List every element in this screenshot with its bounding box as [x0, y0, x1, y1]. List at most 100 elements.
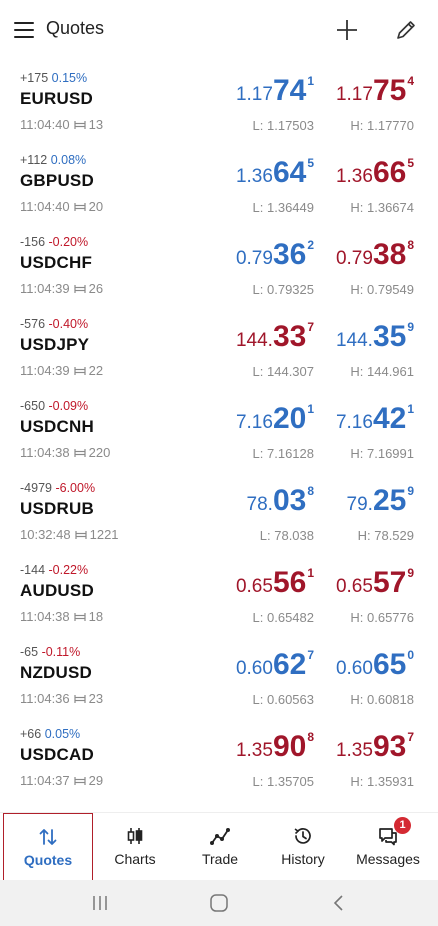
- price-pips: 66: [372, 156, 407, 189]
- price-pips: 90: [272, 730, 307, 763]
- change-percent: 0.05%: [44, 727, 81, 741]
- tab-label: Quotes: [23, 852, 73, 868]
- change-percent: -0.40%: [48, 317, 89, 331]
- unread-badge: 1: [394, 817, 411, 834]
- price-pips: 64: [272, 156, 307, 189]
- price-prefix: 78.: [246, 494, 273, 515]
- quote-time: 11:04:36: [20, 691, 70, 706]
- pencil-icon[interactable]: [393, 17, 419, 43]
- daily-change: -4979 -6.00%: [20, 481, 95, 495]
- bid-price: 1.35908: [236, 730, 314, 763]
- price-pips: 93: [372, 730, 407, 763]
- quote-row[interactable]: -144 -0.22% AUDUSD 11:04:38 18 0.65561 0.…: [0, 554, 438, 636]
- change-percent: -0.20%: [48, 235, 89, 249]
- price-fraction: 8: [307, 730, 314, 744]
- price-pips: 75: [372, 74, 407, 107]
- spread-icon: [74, 777, 86, 785]
- symbol-name: USDRUB: [20, 499, 94, 518]
- ask-price: 7.16421: [335, 403, 414, 434]
- price-prefix: 144.: [235, 330, 273, 351]
- spread-value: 29: [88, 773, 104, 788]
- daily-high: H: 78.529: [357, 528, 414, 543]
- symbol-name: AUDUSD: [20, 581, 94, 600]
- quote-row[interactable]: -650 -0.09% USDCNH 11:04:38 220 7.16201 7…: [0, 390, 438, 472]
- price-fraction: 7: [407, 730, 414, 744]
- price-fraction: 2: [307, 238, 314, 252]
- tab-messages[interactable]: 1 Messages: [343, 813, 433, 881]
- quote-row[interactable]: +66 0.05% USDCAD 11:04:37 29 1.35908 1.35…: [0, 718, 438, 800]
- spread-value: 23: [88, 691, 104, 706]
- home-icon[interactable]: [207, 893, 231, 913]
- tab-quotes[interactable]: Quotes: [3, 813, 93, 881]
- price-prefix: 0.65: [235, 576, 273, 597]
- quote-row[interactable]: -576 -0.40% USDJPY 11:04:39 22 144.337 14…: [0, 308, 438, 390]
- page-title: Quotes: [46, 18, 105, 38]
- quote-meta: 11:04:38 18: [20, 609, 103, 624]
- price-pips: 25: [372, 484, 407, 517]
- daily-high: H: 1.17770: [350, 118, 414, 133]
- ask-price: 144.359: [336, 321, 414, 352]
- daily-change: +175 0.15%: [20, 71, 87, 85]
- plus-icon[interactable]: [334, 17, 360, 43]
- quote-row[interactable]: +175 0.15% EURUSD 11:04:40 13 1.17741 1.1…: [0, 62, 438, 144]
- bid-price: 78.038: [246, 484, 314, 517]
- price-pips: 20: [272, 402, 307, 435]
- quote-row[interactable]: -4979 -6.00% USDRUB 10:32:48 1221 78.038 …: [0, 472, 438, 554]
- daily-change: -144 -0.22%: [20, 563, 88, 577]
- quote-row[interactable]: -156 -0.20% USDCHF 11:04:39 26 0.79362 0.…: [0, 226, 438, 308]
- price-pips: 62: [272, 648, 307, 681]
- daily-high: H: 1.35931: [350, 774, 414, 789]
- change-points: -4979: [20, 481, 52, 495]
- change-percent: 0.08%: [50, 153, 87, 167]
- recents-icon[interactable]: [88, 893, 112, 913]
- tab-history[interactable]: History: [258, 813, 348, 881]
- daily-low: L: 1.36449: [252, 200, 314, 215]
- price-prefix: 79.: [346, 494, 373, 515]
- tab-label: Messages: [356, 851, 420, 867]
- spread-value: 18: [88, 609, 104, 624]
- price-fraction: 7: [307, 648, 314, 662]
- symbol-name: USDJPY: [20, 335, 90, 354]
- spread-value: 22: [88, 363, 104, 378]
- quote-meta: 11:04:39 26: [20, 281, 103, 296]
- price-pips: 03: [272, 484, 307, 517]
- daily-high: H: 0.65776: [350, 610, 414, 625]
- ask-price: 1.35937: [336, 730, 414, 763]
- spread-value: 220: [88, 445, 111, 460]
- top-app-bar: Quotes: [0, 0, 438, 62]
- ask-price: 0.60650: [336, 649, 414, 680]
- price-fraction: 4: [407, 74, 414, 88]
- trend-line-icon: [210, 828, 230, 845]
- daily-low: L: 0.79325: [252, 282, 314, 297]
- change-points: +112: [20, 153, 48, 167]
- price-fraction: 1: [307, 566, 314, 580]
- price-pips: 74: [272, 74, 307, 107]
- price-prefix: 0.60: [235, 658, 273, 679]
- tab-trade[interactable]: Trade: [175, 813, 265, 881]
- quote-time: 11:04:37: [20, 773, 70, 788]
- daily-low: L: 144.307: [252, 364, 314, 379]
- change-percent: -0.09%: [48, 399, 89, 413]
- price-fraction: 9: [407, 484, 414, 498]
- daily-high: H: 0.79549: [350, 282, 414, 297]
- quote-time: 11:04:38: [20, 445, 70, 460]
- price-prefix: 7.16: [335, 412, 373, 433]
- change-percent: -0.11%: [41, 645, 81, 659]
- symbol-name: USDCHF: [20, 253, 93, 272]
- price-prefix: 0.65: [335, 576, 373, 597]
- quote-row[interactable]: +112 0.08% GBPUSD 11:04:40 20 1.36645 1.3…: [0, 144, 438, 226]
- spread-icon: [74, 367, 86, 375]
- bid-price: 1.36645: [236, 156, 314, 189]
- bid-price: 0.65561: [235, 566, 314, 598]
- quote-meta: 11:04:37 29: [20, 773, 103, 788]
- price-fraction: 1: [307, 402, 314, 416]
- daily-high: H: 0.60818: [350, 692, 414, 707]
- daily-high: H: 144.961: [350, 364, 414, 379]
- tab-charts[interactable]: Charts: [90, 813, 180, 881]
- quote-row[interactable]: -65 -0.11% NZDUSD 11:04:36 23 0.60627 0.6…: [0, 636, 438, 718]
- quote-time: 10:32:48: [20, 527, 71, 542]
- daily-change: -576 -0.40%: [20, 317, 88, 331]
- daily-low: L: 7.16128: [252, 446, 314, 461]
- back-icon[interactable]: [327, 893, 351, 913]
- hamburger-menu-icon[interactable]: [14, 22, 34, 38]
